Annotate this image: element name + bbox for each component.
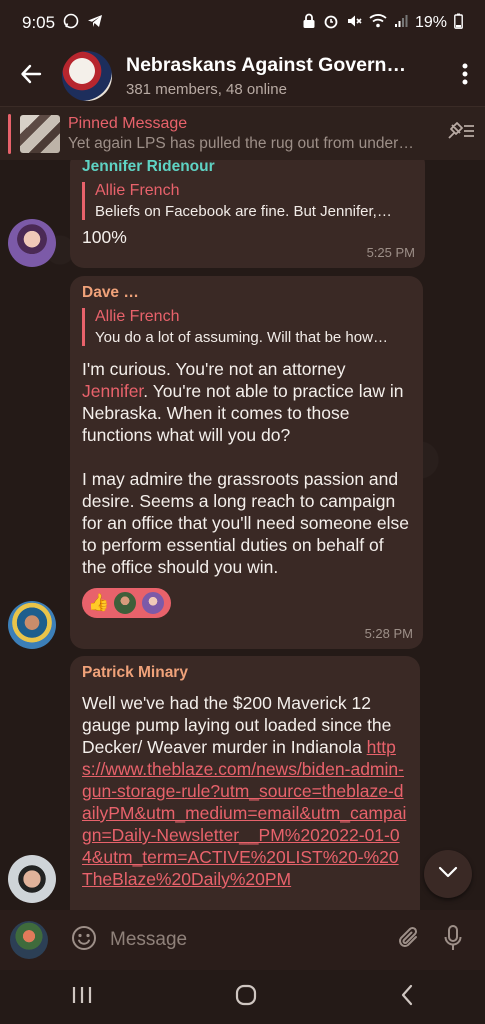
mention-link[interactable]: Jennifer: [82, 381, 143, 401]
message-time: 5:25 PM: [366, 245, 415, 260]
whatsapp-icon: [63, 13, 79, 34]
message-text: I'm curious. You're not an attorney Jenn…: [82, 358, 411, 446]
battery-level: 19%: [414, 14, 447, 31]
wifi-icon: [369, 13, 387, 33]
reply-quote[interactable]: Allie French Beliefs on Facebook are fin…: [82, 182, 413, 220]
chat-info[interactable]: Nebraskans Against Govern… 381 members, …: [126, 54, 445, 98]
alarm-icon: [323, 13, 339, 34]
signal-icon: [394, 14, 408, 33]
reaction-avatar: [113, 591, 138, 615]
reply-sender: Allie French: [95, 308, 180, 325]
message-link[interactable]: https://www.theblaze.com/news/biden-admi…: [82, 737, 406, 889]
recent-apps-button[interactable]: [71, 985, 93, 1010]
reply-text: Beliefs on Facebook are fine. But Jennif…: [95, 203, 392, 220]
more-vertical-icon: [462, 63, 468, 90]
microphone-icon: [443, 924, 463, 957]
pinned-preview: Yet again LPS has pulled the rug out fro…: [68, 134, 414, 152]
home-button[interactable]: [234, 983, 258, 1012]
pinned-thumbnail: [20, 114, 60, 153]
reply-text: You do a lot of assuming. Will that be h…: [95, 329, 388, 346]
message-time: 5:28 PM: [364, 626, 413, 641]
battery-icon: [454, 13, 463, 34]
reaction-avatar: [141, 591, 166, 615]
message-text: Well we've had the $200 Maverick 12 gaug…: [82, 692, 408, 890]
more-menu-button[interactable]: [445, 46, 485, 106]
telegram-icon: [87, 13, 103, 34]
message-bubble[interactable]: Dave … Allie French You do a lot of assu…: [70, 276, 423, 649]
message-list[interactable]: Jennifer Ridenour Allie French Beliefs o…: [0, 160, 485, 910]
message-bubble[interactable]: Jennifer Ridenour Allie French Beliefs o…: [70, 160, 425, 268]
message-text: 100%: [82, 227, 127, 247]
status-time: 9:05: [22, 13, 56, 32]
lock-icon: [302, 13, 316, 34]
emoji-button[interactable]: [60, 910, 108, 970]
reaction-chip[interactable]: 👍: [82, 588, 172, 618]
message-text-paragraph: I may admire the grassroots passion and …: [82, 469, 409, 577]
message-composer: [0, 910, 485, 970]
group-avatar[interactable]: [62, 51, 112, 101]
attach-button[interactable]: [387, 910, 431, 970]
voice-message-button[interactable]: [431, 910, 475, 970]
message-sender[interactable]: Dave …: [82, 284, 411, 302]
reply-sender: Allie French: [95, 182, 180, 199]
paperclip-icon: [396, 925, 422, 956]
back-button[interactable]: [0, 46, 62, 106]
message-bubble[interactable]: Patrick Minary Well we've had the $200 M…: [70, 656, 420, 910]
message-input[interactable]: [110, 929, 387, 951]
scroll-to-bottom-button[interactable]: [424, 850, 472, 898]
send-as-avatar[interactable]: [10, 921, 48, 959]
chat-title: Nebraskans Against Govern…: [126, 54, 406, 76]
system-navigation-bar: [0, 970, 485, 1024]
status-bar: 9:05 19%: [0, 0, 485, 46]
pin-list-icon: [446, 121, 476, 146]
message-sender[interactable]: Patrick Minary: [82, 664, 408, 682]
reply-quote[interactable]: Allie French You do a lot of assuming. W…: [82, 308, 411, 346]
arrow-left-icon: [20, 63, 42, 90]
pinned-indicator: [8, 113, 11, 154]
message-text-part: I'm curious. You're not an attorney: [82, 359, 346, 379]
avatar[interactable]: [8, 219, 56, 267]
pinned-title: Pinned Message: [68, 114, 188, 132]
thumbs-up-icon: 👍: [88, 593, 110, 612]
message-text-part: Well we've had the $200 Maverick 12 gaug…: [82, 693, 392, 757]
chat-header: Nebraskans Against Govern… 381 members, …: [0, 46, 485, 106]
smiley-icon: [71, 925, 97, 956]
avatar[interactable]: [8, 855, 56, 903]
chat-subtitle: 381 members, 48 online: [126, 81, 287, 98]
message-sender[interactable]: Jennifer Ridenour: [82, 160, 413, 176]
back-nav-button[interactable]: [400, 984, 414, 1011]
chevron-down-icon: [438, 865, 458, 883]
mute-icon: [346, 13, 362, 34]
pinned-message-bar[interactable]: Pinned Message Yet again LPS has pulled …: [0, 106, 485, 160]
pinned-list-button[interactable]: [437, 107, 485, 161]
avatar[interactable]: [8, 601, 56, 649]
